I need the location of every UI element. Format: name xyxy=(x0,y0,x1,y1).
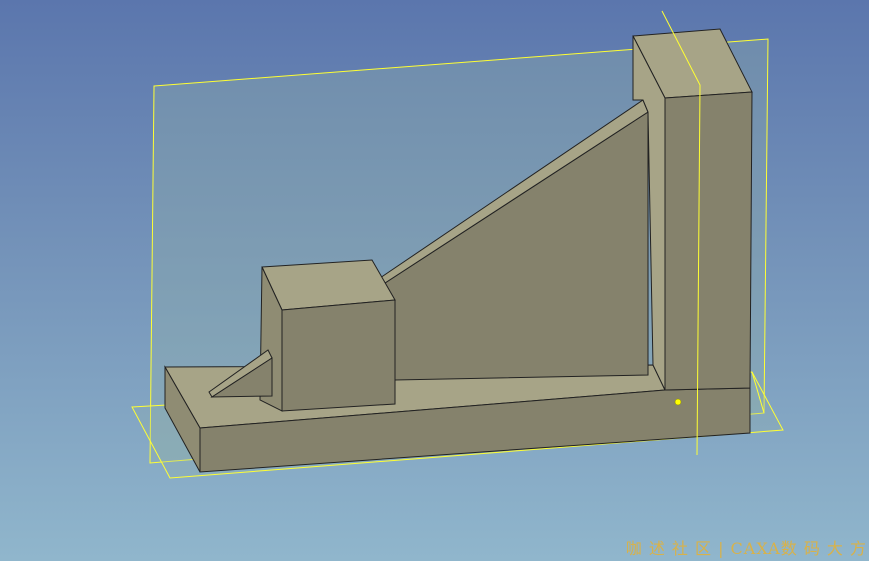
yellow-dot-marker-icon[interactable] xyxy=(674,398,682,406)
column-front-face[interactable] xyxy=(664,91,753,391)
model-scene[interactable] xyxy=(0,0,869,561)
watermark-text: 咖 述 社 区 | CAXA数 码 大 方 xyxy=(625,539,867,558)
block-front-face[interactable] xyxy=(281,299,396,412)
3d-viewport[interactable]: 咖 述 社 区 | CAXA数 码 大 方 xyxy=(0,0,869,561)
